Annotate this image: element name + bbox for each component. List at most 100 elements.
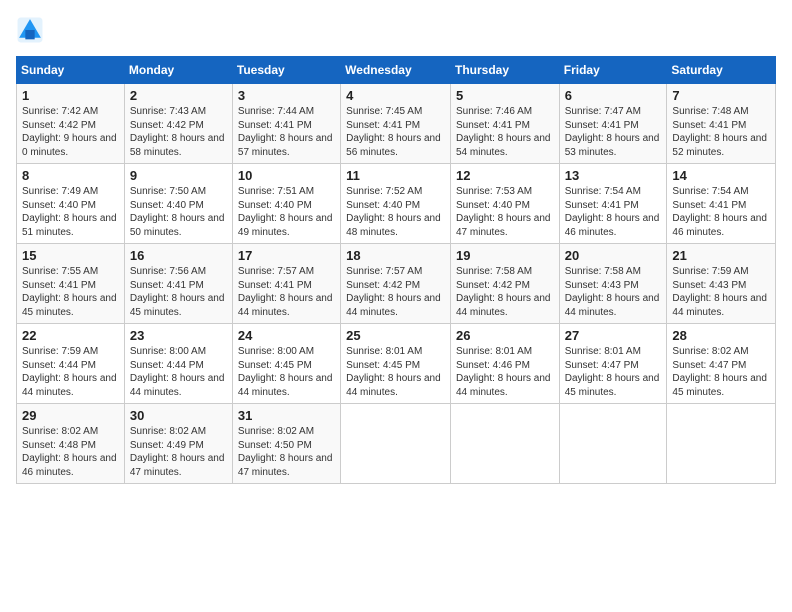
- day-info: Sunrise: 7:55 AM Sunset: 4:41 PM Dayligh…: [22, 265, 119, 319]
- calendar-week-4: 22 Sunrise: 7:59 AM Sunset: 4:44 PM Dayl…: [17, 324, 776, 404]
- day-info: Sunrise: 7:54 AM Sunset: 4:41 PM Dayligh…: [565, 185, 662, 239]
- day-number: 5: [456, 88, 554, 103]
- calendar-cell: 27 Sunrise: 8:01 AM Sunset: 4:47 PM Dayl…: [559, 324, 667, 404]
- calendar-cell: 16 Sunrise: 7:56 AM Sunset: 4:41 PM Dayl…: [124, 244, 232, 324]
- calendar-cell: 22 Sunrise: 7:59 AM Sunset: 4:44 PM Dayl…: [17, 324, 125, 404]
- calendar-cell: 26 Sunrise: 8:01 AM Sunset: 4:46 PM Dayl…: [450, 324, 559, 404]
- col-header-sunday: Sunday: [17, 57, 125, 84]
- day-info: Sunrise: 8:02 AM Sunset: 4:50 PM Dayligh…: [238, 425, 335, 479]
- day-number: 7: [672, 88, 770, 103]
- day-info: Sunrise: 7:44 AM Sunset: 4:41 PM Dayligh…: [238, 105, 335, 159]
- calendar-cell: 9 Sunrise: 7:50 AM Sunset: 4:40 PM Dayli…: [124, 164, 232, 244]
- calendar-cell: 8 Sunrise: 7:49 AM Sunset: 4:40 PM Dayli…: [17, 164, 125, 244]
- calendar-cell: 5 Sunrise: 7:46 AM Sunset: 4:41 PM Dayli…: [450, 84, 559, 164]
- col-header-wednesday: Wednesday: [341, 57, 451, 84]
- day-number: 1: [22, 88, 119, 103]
- calendar-week-3: 15 Sunrise: 7:55 AM Sunset: 4:41 PM Dayl…: [17, 244, 776, 324]
- day-info: Sunrise: 7:47 AM Sunset: 4:41 PM Dayligh…: [565, 105, 662, 159]
- day-info: Sunrise: 7:58 AM Sunset: 4:43 PM Dayligh…: [565, 265, 662, 319]
- calendar-week-1: 1 Sunrise: 7:42 AM Sunset: 4:42 PM Dayli…: [17, 84, 776, 164]
- calendar-week-5: 29 Sunrise: 8:02 AM Sunset: 4:48 PM Dayl…: [17, 404, 776, 484]
- day-number: 14: [672, 168, 770, 183]
- day-info: Sunrise: 7:52 AM Sunset: 4:40 PM Dayligh…: [346, 185, 445, 239]
- day-info: Sunrise: 7:50 AM Sunset: 4:40 PM Dayligh…: [130, 185, 227, 239]
- calendar-cell: 3 Sunrise: 7:44 AM Sunset: 4:41 PM Dayli…: [232, 84, 340, 164]
- day-number: 23: [130, 328, 227, 343]
- calendar-week-2: 8 Sunrise: 7:49 AM Sunset: 4:40 PM Dayli…: [17, 164, 776, 244]
- header-row: SundayMondayTuesdayWednesdayThursdayFrid…: [17, 57, 776, 84]
- day-info: Sunrise: 7:43 AM Sunset: 4:42 PM Dayligh…: [130, 105, 227, 159]
- calendar-cell: 21 Sunrise: 7:59 AM Sunset: 4:43 PM Dayl…: [667, 244, 776, 324]
- day-info: Sunrise: 7:56 AM Sunset: 4:41 PM Dayligh…: [130, 265, 227, 319]
- day-info: Sunrise: 7:46 AM Sunset: 4:41 PM Dayligh…: [456, 105, 554, 159]
- day-number: 31: [238, 408, 335, 423]
- calendar-table: SundayMondayTuesdayWednesdayThursdayFrid…: [16, 56, 776, 484]
- day-number: 28: [672, 328, 770, 343]
- calendar-cell: [341, 404, 451, 484]
- col-header-monday: Monday: [124, 57, 232, 84]
- day-number: 21: [672, 248, 770, 263]
- calendar-cell: 19 Sunrise: 7:58 AM Sunset: 4:42 PM Dayl…: [450, 244, 559, 324]
- day-info: Sunrise: 7:49 AM Sunset: 4:40 PM Dayligh…: [22, 185, 119, 239]
- calendar-cell: 23 Sunrise: 8:00 AM Sunset: 4:44 PM Dayl…: [124, 324, 232, 404]
- day-number: 17: [238, 248, 335, 263]
- day-number: 2: [130, 88, 227, 103]
- calendar-cell: 2 Sunrise: 7:43 AM Sunset: 4:42 PM Dayli…: [124, 84, 232, 164]
- calendar-cell: 1 Sunrise: 7:42 AM Sunset: 4:42 PM Dayli…: [17, 84, 125, 164]
- day-info: Sunrise: 7:57 AM Sunset: 4:42 PM Dayligh…: [346, 265, 445, 319]
- col-header-friday: Friday: [559, 57, 667, 84]
- day-number: 26: [456, 328, 554, 343]
- day-number: 13: [565, 168, 662, 183]
- calendar-cell: 24 Sunrise: 8:00 AM Sunset: 4:45 PM Dayl…: [232, 324, 340, 404]
- calendar-cell: [559, 404, 667, 484]
- calendar-cell: 10 Sunrise: 7:51 AM Sunset: 4:40 PM Dayl…: [232, 164, 340, 244]
- day-number: 30: [130, 408, 227, 423]
- calendar-cell: 4 Sunrise: 7:45 AM Sunset: 4:41 PM Dayli…: [341, 84, 451, 164]
- day-number: 15: [22, 248, 119, 263]
- day-info: Sunrise: 7:59 AM Sunset: 4:43 PM Dayligh…: [672, 265, 770, 319]
- col-header-saturday: Saturday: [667, 57, 776, 84]
- calendar-cell: 13 Sunrise: 7:54 AM Sunset: 4:41 PM Dayl…: [559, 164, 667, 244]
- calendar-cell: 28 Sunrise: 8:02 AM Sunset: 4:47 PM Dayl…: [667, 324, 776, 404]
- day-info: Sunrise: 8:02 AM Sunset: 4:48 PM Dayligh…: [22, 425, 119, 479]
- calendar-cell: [450, 404, 559, 484]
- calendar-cell: 12 Sunrise: 7:53 AM Sunset: 4:40 PM Dayl…: [450, 164, 559, 244]
- calendar-cell: 14 Sunrise: 7:54 AM Sunset: 4:41 PM Dayl…: [667, 164, 776, 244]
- logo-icon: [16, 16, 44, 44]
- calendar-cell: 30 Sunrise: 8:02 AM Sunset: 4:49 PM Dayl…: [124, 404, 232, 484]
- calendar-cell: 31 Sunrise: 8:02 AM Sunset: 4:50 PM Dayl…: [232, 404, 340, 484]
- day-info: Sunrise: 7:59 AM Sunset: 4:44 PM Dayligh…: [22, 345, 119, 399]
- day-number: 24: [238, 328, 335, 343]
- day-number: 3: [238, 88, 335, 103]
- calendar-cell: [667, 404, 776, 484]
- logo: [16, 16, 48, 44]
- day-number: 9: [130, 168, 227, 183]
- calendar-cell: 11 Sunrise: 7:52 AM Sunset: 4:40 PM Dayl…: [341, 164, 451, 244]
- day-info: Sunrise: 7:58 AM Sunset: 4:42 PM Dayligh…: [456, 265, 554, 319]
- day-info: Sunrise: 8:01 AM Sunset: 4:46 PM Dayligh…: [456, 345, 554, 399]
- calendar-cell: 25 Sunrise: 8:01 AM Sunset: 4:45 PM Dayl…: [341, 324, 451, 404]
- day-number: 20: [565, 248, 662, 263]
- col-header-thursday: Thursday: [450, 57, 559, 84]
- day-info: Sunrise: 7:54 AM Sunset: 4:41 PM Dayligh…: [672, 185, 770, 239]
- day-number: 10: [238, 168, 335, 183]
- day-info: Sunrise: 7:53 AM Sunset: 4:40 PM Dayligh…: [456, 185, 554, 239]
- day-info: Sunrise: 8:02 AM Sunset: 4:47 PM Dayligh…: [672, 345, 770, 399]
- day-info: Sunrise: 8:00 AM Sunset: 4:44 PM Dayligh…: [130, 345, 227, 399]
- day-number: 16: [130, 248, 227, 263]
- col-header-tuesday: Tuesday: [232, 57, 340, 84]
- calendar-cell: 15 Sunrise: 7:55 AM Sunset: 4:41 PM Dayl…: [17, 244, 125, 324]
- day-info: Sunrise: 8:02 AM Sunset: 4:49 PM Dayligh…: [130, 425, 227, 479]
- day-info: Sunrise: 8:01 AM Sunset: 4:45 PM Dayligh…: [346, 345, 445, 399]
- day-number: 4: [346, 88, 445, 103]
- calendar-cell: 6 Sunrise: 7:47 AM Sunset: 4:41 PM Dayli…: [559, 84, 667, 164]
- day-number: 22: [22, 328, 119, 343]
- day-number: 11: [346, 168, 445, 183]
- day-info: Sunrise: 7:57 AM Sunset: 4:41 PM Dayligh…: [238, 265, 335, 319]
- calendar-cell: 18 Sunrise: 7:57 AM Sunset: 4:42 PM Dayl…: [341, 244, 451, 324]
- day-number: 8: [22, 168, 119, 183]
- day-number: 25: [346, 328, 445, 343]
- calendar-cell: 7 Sunrise: 7:48 AM Sunset: 4:41 PM Dayli…: [667, 84, 776, 164]
- day-info: Sunrise: 7:48 AM Sunset: 4:41 PM Dayligh…: [672, 105, 770, 159]
- day-number: 29: [22, 408, 119, 423]
